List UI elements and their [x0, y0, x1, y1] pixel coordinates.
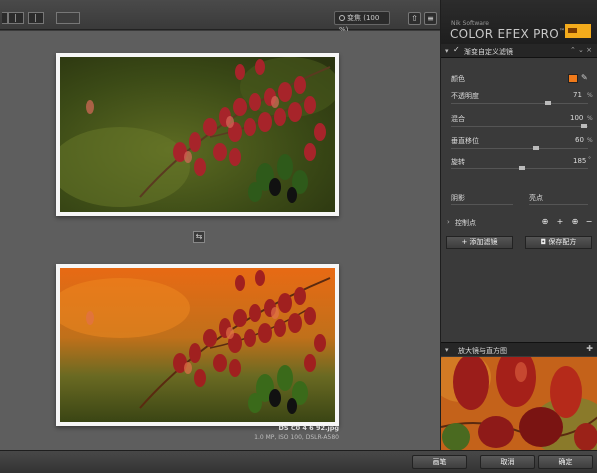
nik-logo-icon: [565, 24, 591, 38]
remove-control-point-button[interactable]: ⊕: [568, 216, 582, 228]
remove-control-point-icon[interactable]: −: [582, 216, 596, 228]
control-points-label: 控制点: [455, 219, 476, 227]
vertical-shift-value[interactable]: 60: [575, 136, 584, 144]
blend-slider[interactable]: [451, 126, 588, 127]
after-image: [56, 264, 339, 426]
shadows-label: 阴影: [451, 194, 465, 202]
collapse-triangle-icon[interactable]: ▾: [445, 47, 449, 55]
arrow-up-icon[interactable]: ⇧: [408, 12, 421, 25]
loupe-collapse-icon[interactable]: ▾: [445, 346, 449, 354]
brand-vendor: Nik Software: [451, 20, 489, 27]
image-info: 1.0 MP, ISO 100, DSLR-A580: [254, 434, 339, 441]
vertical-shift-slider[interactable]: [451, 148, 588, 149]
cancel-button[interactable]: 取消: [480, 455, 535, 469]
color-efex-window: 变焦 (100 %) ⇧ ≡ ⇆ DS C0 4 6 92.jpg 1.0 MP…: [0, 0, 597, 473]
loupe-header[interactable]: ▾ 放大镜与直方图 ✚: [441, 342, 597, 356]
expand-triangle-icon[interactable]: ›: [447, 218, 450, 226]
opacity-unit: %: [587, 92, 593, 99]
save-recipe-label: 保存配方: [548, 238, 577, 246]
preview-canvas: ⇆ DS C0 4 6 92.jpg 1.0 MP, ISO 100, DSLR…: [0, 31, 440, 450]
bottom-bar: 画笔 取消 确定: [0, 450, 597, 473]
rotation-value[interactable]: 185: [573, 157, 586, 165]
compare-button[interactable]: [56, 12, 80, 24]
loupe-zoomed-photo: [441, 357, 597, 450]
add-filter-button[interactable]: + 添加滤镜: [446, 236, 513, 249]
brand-name: COLOR EFEX PRO: [450, 27, 560, 41]
brush-button[interactable]: 画笔: [412, 455, 467, 469]
add-control-point-icon[interactable]: +: [553, 216, 567, 228]
highlights-slider[interactable]: [529, 204, 588, 205]
control-points-row: › 控制点 ⊕ + ⊕ −: [441, 215, 597, 229]
leaves-photo-before: [60, 57, 335, 212]
split-view-button[interactable]: [8, 12, 24, 24]
blend-value[interactable]: 100: [570, 114, 583, 122]
opacity-slider-knob[interactable]: [545, 101, 551, 105]
swap-view-icon[interactable]: ⇆: [193, 231, 205, 243]
before-image: [56, 53, 339, 216]
rotation-slider-knob[interactable]: [519, 166, 525, 170]
highlights-label: 亮点: [529, 194, 543, 202]
add-filter-label: 添加滤镜: [469, 238, 498, 246]
loupe-view[interactable]: [441, 357, 597, 450]
before-photo: [60, 57, 335, 212]
filter-enabled-checkbox[interactable]: ✓: [453, 45, 460, 54]
top-toolbar: 变焦 (100 %) ⇧ ≡: [0, 0, 440, 34]
rotation-unit: °: [588, 156, 591, 163]
rotation-label: 旋转: [451, 158, 465, 166]
blend-label: 混合: [451, 115, 465, 123]
add-filter-icon: +: [461, 238, 470, 246]
image-filename: DS C0 4 6 92.jpg: [278, 424, 339, 432]
loupe-label: 放大镜与直方图: [458, 347, 507, 355]
blend-slider-knob[interactable]: [581, 124, 587, 128]
opacity-slider[interactable]: [451, 103, 588, 104]
sliders-icon[interactable]: ≡: [424, 12, 437, 25]
side-by-side-icon: [35, 14, 36, 22]
color-label: 颜色: [451, 75, 465, 83]
vertical-shift-unit: %: [587, 137, 593, 144]
leaves-photo-after: [60, 268, 335, 422]
brand-header: Nik Software COLOR EFEX PRO™ 4: [441, 0, 597, 44]
filter-tools[interactable]: ⌃ ⌄ ×: [570, 46, 592, 54]
side-by-side-button[interactable]: [28, 12, 44, 24]
add-control-point-button[interactable]: ⊕: [538, 216, 552, 228]
filter-header[interactable]: ▾ ✓ 渐变自定义滤镜 ⌃ ⌄ ×: [441, 44, 597, 58]
filter-panel: Nik Software COLOR EFEX PRO™ 4 ▾ ✓ 渐变自定义…: [440, 0, 597, 450]
ok-button[interactable]: 确定: [538, 455, 593, 469]
shadows-slider[interactable]: [451, 204, 513, 205]
eyedropper-icon[interactable]: ✎: [581, 73, 588, 82]
zoom-select[interactable]: 变焦 (100 %): [334, 11, 390, 34]
vertical-shift-label: 垂直移位: [451, 137, 479, 145]
brand-title: COLOR EFEX PRO™ 4: [450, 27, 577, 41]
opacity-label: 不透明度: [451, 92, 479, 100]
magnifier-icon: [339, 15, 345, 21]
blend-unit: %: [587, 115, 593, 122]
color-swatch[interactable]: [568, 74, 578, 83]
save-recipe-button[interactable]: ◘ 保存配方: [525, 236, 592, 249]
vertical-shift-slider-knob[interactable]: [533, 146, 539, 150]
split-view-icon: [15, 14, 16, 22]
pin-icon[interactable]: ✚: [586, 344, 593, 353]
opacity-value[interactable]: 71: [573, 91, 582, 99]
after-photo: [60, 268, 335, 422]
filter-name: 渐变自定义滤镜: [464, 48, 513, 56]
